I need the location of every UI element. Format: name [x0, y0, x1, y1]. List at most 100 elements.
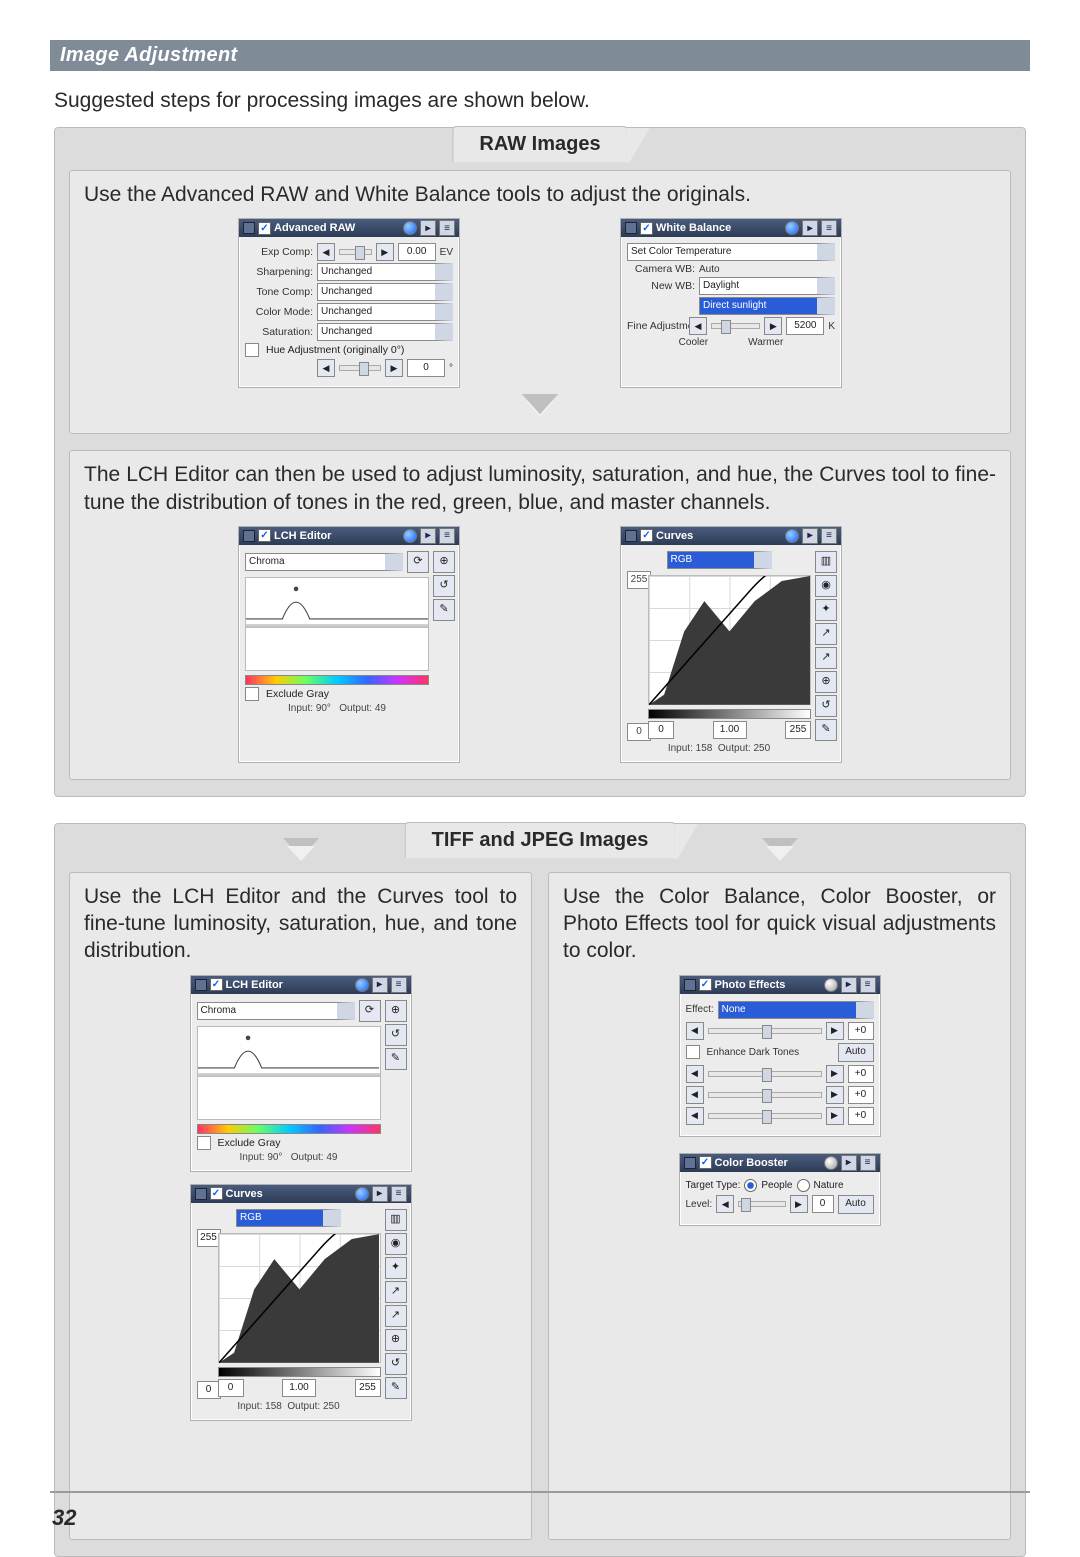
left-arrow-icon[interactable]: ◀ — [716, 1195, 734, 1213]
enable-checkbox[interactable] — [258, 529, 271, 542]
picker2-icon[interactable]: ↗ — [815, 647, 837, 669]
enh-checkbox[interactable] — [686, 1045, 700, 1059]
panel-header[interactable]: Color Booster ▸≡ — [680, 1154, 880, 1172]
draw-curve-icon[interactable]: ✎ — [815, 719, 837, 741]
curves-chart[interactable] — [218, 1233, 381, 1363]
panel-button-icon[interactable]: ▸ — [372, 1186, 388, 1202]
lch-mode-dd[interactable]: Chroma — [197, 1002, 355, 1020]
exp-slider[interactable] — [339, 249, 372, 255]
pe-val-4[interactable]: +0 — [848, 1107, 874, 1125]
x-min[interactable]: 0 — [218, 1379, 244, 1397]
level-value[interactable]: 0 — [812, 1195, 834, 1213]
reset-icon[interactable]: ⟳ — [359, 1000, 381, 1022]
collapse-icon[interactable] — [625, 530, 637, 542]
left-arrow-icon[interactable]: ◀ — [686, 1022, 704, 1040]
x-min[interactable]: 0 — [648, 721, 674, 739]
auto-button[interactable]: Auto — [838, 1195, 874, 1214]
pe-slider-4[interactable] — [708, 1113, 822, 1119]
hue-checkbox[interactable] — [245, 343, 259, 357]
left-arrow-icon[interactable]: ◀ — [689, 317, 707, 335]
draw-curve-icon[interactable]: ✎ — [433, 599, 455, 621]
right-arrow-icon[interactable]: ▶ — [826, 1065, 844, 1083]
excl-checkbox[interactable] — [197, 1136, 211, 1150]
collapse-icon[interactable] — [195, 1188, 207, 1200]
collapse-icon[interactable] — [195, 979, 207, 991]
left-arrow-icon[interactable]: ◀ — [686, 1086, 704, 1104]
add-point-icon[interactable]: ⊕ — [815, 671, 837, 693]
picker2-icon[interactable]: ↗ — [385, 1305, 407, 1327]
panel-menu-icon[interactable]: ≡ — [860, 977, 876, 993]
panel-button-icon[interactable]: ▸ — [420, 528, 436, 544]
lch-mode-dd[interactable]: Chroma — [245, 553, 403, 571]
excl-checkbox[interactable] — [245, 687, 259, 701]
panel-header[interactable]: Curves ▸ ≡ — [621, 527, 841, 545]
left-arrow-icon[interactable]: ◀ — [317, 359, 335, 377]
panel-menu-icon[interactable]: ≡ — [821, 528, 837, 544]
right-arrow-icon[interactable]: ▶ — [826, 1086, 844, 1104]
collapse-icon[interactable] — [243, 530, 255, 542]
enable-checkbox[interactable] — [699, 978, 712, 991]
add-point-icon[interactable]: ⊕ — [385, 1329, 407, 1351]
auto-icon[interactable]: ◉ — [385, 1233, 407, 1255]
tone-dd[interactable]: Unchanged — [317, 283, 453, 301]
pe-slider-2[interactable] — [708, 1071, 822, 1077]
right-arrow-icon[interactable]: ▶ — [826, 1107, 844, 1125]
panel-header[interactable]: LCH Editor ▸ ≡ — [239, 527, 459, 545]
gamma[interactable]: 1.00 — [713, 721, 747, 739]
draw-curve-icon[interactable]: ✎ — [385, 1377, 407, 1399]
curves-channel-dd[interactable]: RGB — [667, 551, 772, 569]
wb-sub-dd[interactable]: Direct sunlight — [699, 297, 835, 315]
effect-dd[interactable]: None — [718, 1001, 874, 1019]
hue-value[interactable]: 0 — [407, 359, 445, 377]
left-arrow-icon[interactable]: ◀ — [686, 1065, 704, 1083]
panel-header[interactable]: LCH Editor ▸≡ — [191, 976, 411, 994]
wand-icon[interactable]: ✦ — [385, 1257, 407, 1279]
colormode-dd[interactable]: Unchanged — [317, 303, 453, 321]
panel-menu-icon[interactable]: ≡ — [391, 977, 407, 993]
wb-mode-dd[interactable]: Set Color Temperature — [627, 243, 835, 261]
pe-slider-3[interactable] — [708, 1092, 822, 1098]
reset-curve-icon[interactable]: ↺ — [815, 695, 837, 717]
collapse-icon[interactable] — [684, 979, 696, 991]
x-max[interactable]: 255 — [785, 721, 811, 739]
panel-button-icon[interactable]: ▸ — [802, 528, 818, 544]
enable-checkbox[interactable] — [258, 222, 271, 235]
right-arrow-icon[interactable]: ▶ — [376, 243, 394, 261]
left-arrow-icon[interactable]: ◀ — [317, 243, 335, 261]
hue-slider[interactable] — [339, 365, 381, 371]
saturation-dd[interactable]: Unchanged — [317, 323, 453, 341]
right-arrow-icon[interactable]: ▶ — [764, 317, 782, 335]
panel-header[interactable]: Curves ▸≡ — [191, 1185, 411, 1203]
radio-nature[interactable] — [797, 1179, 810, 1192]
reset-curve-icon[interactable]: ↺ — [433, 575, 455, 597]
panel-button-icon[interactable]: ▸ — [841, 977, 857, 993]
histogram-icon[interactable]: ▥ — [385, 1209, 407, 1231]
panel-button-icon[interactable]: ▸ — [802, 220, 818, 236]
auto-icon[interactable]: ◉ — [815, 575, 837, 597]
add-point-icon[interactable]: ⊕ — [433, 551, 455, 573]
collapse-icon[interactable] — [625, 222, 637, 234]
x-max[interactable]: 255 — [355, 1379, 381, 1397]
right-arrow-icon[interactable]: ▶ — [790, 1195, 808, 1213]
collapse-icon[interactable] — [684, 1157, 696, 1169]
gamma[interactable]: 1.00 — [282, 1379, 316, 1397]
right-arrow-icon[interactable]: ▶ — [385, 359, 403, 377]
panel-header[interactable]: Photo Effects ▸≡ — [680, 976, 880, 994]
level-slider[interactable] — [738, 1201, 785, 1207]
add-point-icon[interactable]: ⊕ — [385, 1000, 407, 1022]
histogram-icon[interactable]: ▥ — [815, 551, 837, 573]
exp-value[interactable]: 0.00 — [398, 243, 436, 261]
panel-menu-icon[interactable]: ≡ — [439, 220, 455, 236]
fine-value[interactable]: 5200 — [786, 317, 824, 335]
enable-checkbox[interactable] — [210, 978, 223, 991]
panel-menu-icon[interactable]: ≡ — [391, 1186, 407, 1202]
lch-chart[interactable] — [245, 577, 429, 671]
sharpening-dd[interactable]: Unchanged — [317, 263, 453, 281]
enable-checkbox[interactable] — [210, 1187, 223, 1200]
panel-header[interactable]: Advanced RAW ▸ ≡ — [239, 219, 459, 237]
panel-button-icon[interactable]: ▸ — [372, 977, 388, 993]
lch-chart[interactable] — [197, 1026, 381, 1120]
wand-icon[interactable]: ✦ — [815, 599, 837, 621]
pe-val-3[interactable]: +0 — [848, 1086, 874, 1104]
reset-curve-icon[interactable]: ↺ — [385, 1353, 407, 1375]
